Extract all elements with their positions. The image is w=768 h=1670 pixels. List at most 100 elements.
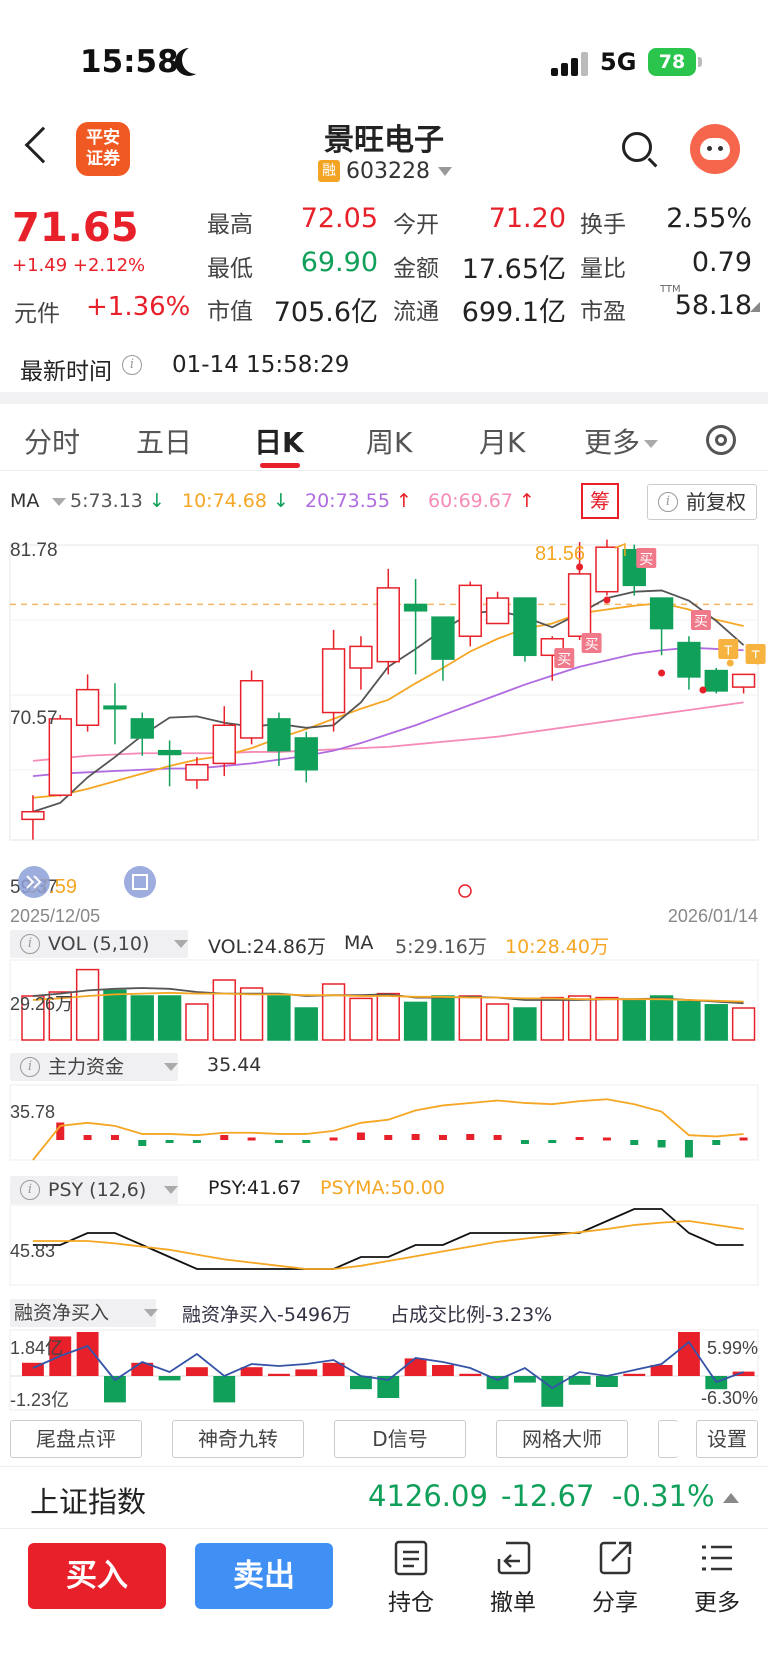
candle-body — [485, 597, 510, 625]
tab-fenshi[interactable]: 分时 — [24, 421, 80, 461]
chevron-down-icon[interactable] — [52, 498, 66, 506]
vol-ma5: 5:29.16万 — [395, 936, 487, 958]
more-button[interactable]: 更多 — [677, 1539, 757, 1617]
tab-rik[interactable]: 日K — [254, 421, 304, 461]
volume-bar — [677, 1000, 701, 1041]
tool-d-signal[interactable]: D信号 — [334, 1420, 466, 1458]
info-icon[interactable]: i — [122, 355, 142, 375]
event-marker-icon — [458, 884, 472, 898]
capital-bar — [138, 1140, 147, 1146]
positions-button[interactable]: 持仓 — [371, 1539, 451, 1617]
kline-chart[interactable]: 买买买买TT81.7870.5759.3757.5981.562025/12/0… — [0, 530, 768, 1430]
candle-body — [376, 587, 400, 663]
price-change: +1.49 +2.12% — [12, 255, 146, 276]
fullscreen-icon — [124, 866, 156, 898]
capital-indicator-selector[interactable]: i 主力资金 — [10, 1053, 178, 1081]
settings-button[interactable]: 设置 — [696, 1420, 758, 1458]
tab-zhouk[interactable]: 周K — [366, 421, 412, 461]
signal-dot — [603, 596, 611, 604]
capital-axis-label: 35.78 — [10, 1102, 55, 1122]
tool-grid-master[interactable]: 网格大师 — [496, 1420, 628, 1458]
tool-magic-nine[interactable]: 神奇九转 — [172, 1420, 304, 1458]
tool-partial[interactable] — [658, 1420, 678, 1458]
chevron-up-icon[interactable] — [723, 1493, 739, 1503]
volume-bar — [239, 987, 264, 1041]
index-ticker[interactable]: 上证指数 4126.09 -12.67 -0.31% — [0, 1466, 768, 1528]
period-tabs: 分时 五日 日K 周K 月K 更多 — [0, 405, 768, 471]
buy-button[interactable]: 买入 — [28, 1543, 166, 1609]
capital-bar — [657, 1140, 666, 1148]
ma-label[interactable]: MA — [10, 490, 39, 512]
cancel-order-button[interactable]: 撤单 — [473, 1539, 553, 1617]
volume-bar — [649, 995, 674, 1041]
quote-label: 最高 — [207, 212, 253, 238]
tab-more[interactable]: 更多 — [584, 421, 659, 461]
more-label: 更多 — [694, 1590, 740, 1616]
margin-bar — [623, 1373, 646, 1376]
volume-bar — [321, 983, 346, 1041]
psy-indicator-selector[interactable]: i PSY (12,6) — [10, 1176, 178, 1204]
volume-bar — [349, 997, 373, 1041]
share-button[interactable]: 分享 — [575, 1539, 655, 1617]
capital-bar — [684, 1140, 693, 1158]
signal-icon — [551, 52, 589, 76]
search-icon[interactable] — [622, 132, 652, 162]
sell-button[interactable]: 卖出 — [195, 1543, 333, 1609]
volume-bar — [540, 996, 564, 1041]
document-icon — [394, 1540, 428, 1576]
margin-label: 融资净买入 — [14, 1302, 110, 1324]
tab-yuek[interactable]: 月K — [479, 421, 525, 461]
vol-indicator-selector[interactable]: i VOL (5,10) — [10, 930, 188, 958]
candle-body — [649, 597, 674, 630]
sector-change[interactable]: +1.36% — [86, 292, 190, 322]
margin-bar — [596, 1376, 618, 1387]
quote-value: 2.55% — [666, 203, 752, 234]
margin-bar — [404, 1358, 427, 1376]
candle-body — [75, 688, 100, 726]
tool-closing-review[interactable]: 尾盘点评 — [10, 1420, 142, 1458]
undo-icon — [497, 1541, 531, 1575]
stock-code-selector[interactable]: 融 603228 — [318, 158, 452, 184]
quote-panel: 71.65 +1.49 +2.12% 元件 +1.36% 最高 72.05 今开 71… — [0, 195, 768, 335]
capital-bar — [548, 1140, 557, 1143]
volume-bar — [485, 1003, 510, 1041]
ma60-value: 60:69.67 ↑ — [428, 490, 535, 512]
margin-right-bottom: -6.30% — [701, 1388, 758, 1408]
chevron-down-icon — [144, 1309, 158, 1317]
candle-body — [595, 546, 619, 593]
buy-signal-label: 买 — [639, 551, 653, 567]
info-icon: i — [658, 492, 678, 512]
margin-axis-bottom: -1.23亿 — [10, 1390, 69, 1410]
expand-corner-icon[interactable] — [750, 302, 760, 312]
battery-icon: 78 — [648, 48, 696, 76]
quote-value: 71.20 — [488, 203, 566, 234]
tab-wuri[interactable]: 五日 — [136, 421, 192, 461]
candle-body — [731, 673, 756, 688]
capital-bar — [192, 1140, 201, 1143]
capital-bar — [110, 1135, 119, 1140]
avatar[interactable] — [690, 124, 740, 174]
candle-body — [157, 749, 182, 756]
capital-value: 35.44 — [207, 1054, 262, 1076]
adjust-mode-button[interactable]: i 前复权 — [647, 484, 757, 520]
quote-label: 市盈 — [580, 299, 626, 325]
vol-axis-label: 29.26万 — [10, 994, 73, 1014]
ma10-value: 10:74.68 ↓ — [182, 490, 289, 512]
quote-label: 最低 — [207, 256, 253, 282]
capital-bar — [329, 1137, 338, 1141]
volume-bar — [212, 979, 236, 1041]
volume-bar — [267, 995, 291, 1041]
chip-distribution-button[interactable]: 筹 — [581, 483, 619, 519]
quote-value: 72.05 — [300, 203, 378, 234]
volume-bar — [185, 1003, 209, 1041]
index-change: -12.67 — [501, 1479, 595, 1513]
candle-body — [212, 724, 236, 765]
capital-bar — [630, 1140, 639, 1145]
menu-icon — [702, 1545, 732, 1571]
margin-bar — [213, 1376, 236, 1403]
margin-indicator-selector[interactable]: 融资净买入 — [10, 1299, 158, 1327]
quote-value: 699.1亿 — [461, 297, 566, 328]
ttm-label: TTM — [660, 284, 681, 295]
signal-dot — [726, 659, 734, 667]
gear-icon[interactable] — [706, 425, 736, 455]
